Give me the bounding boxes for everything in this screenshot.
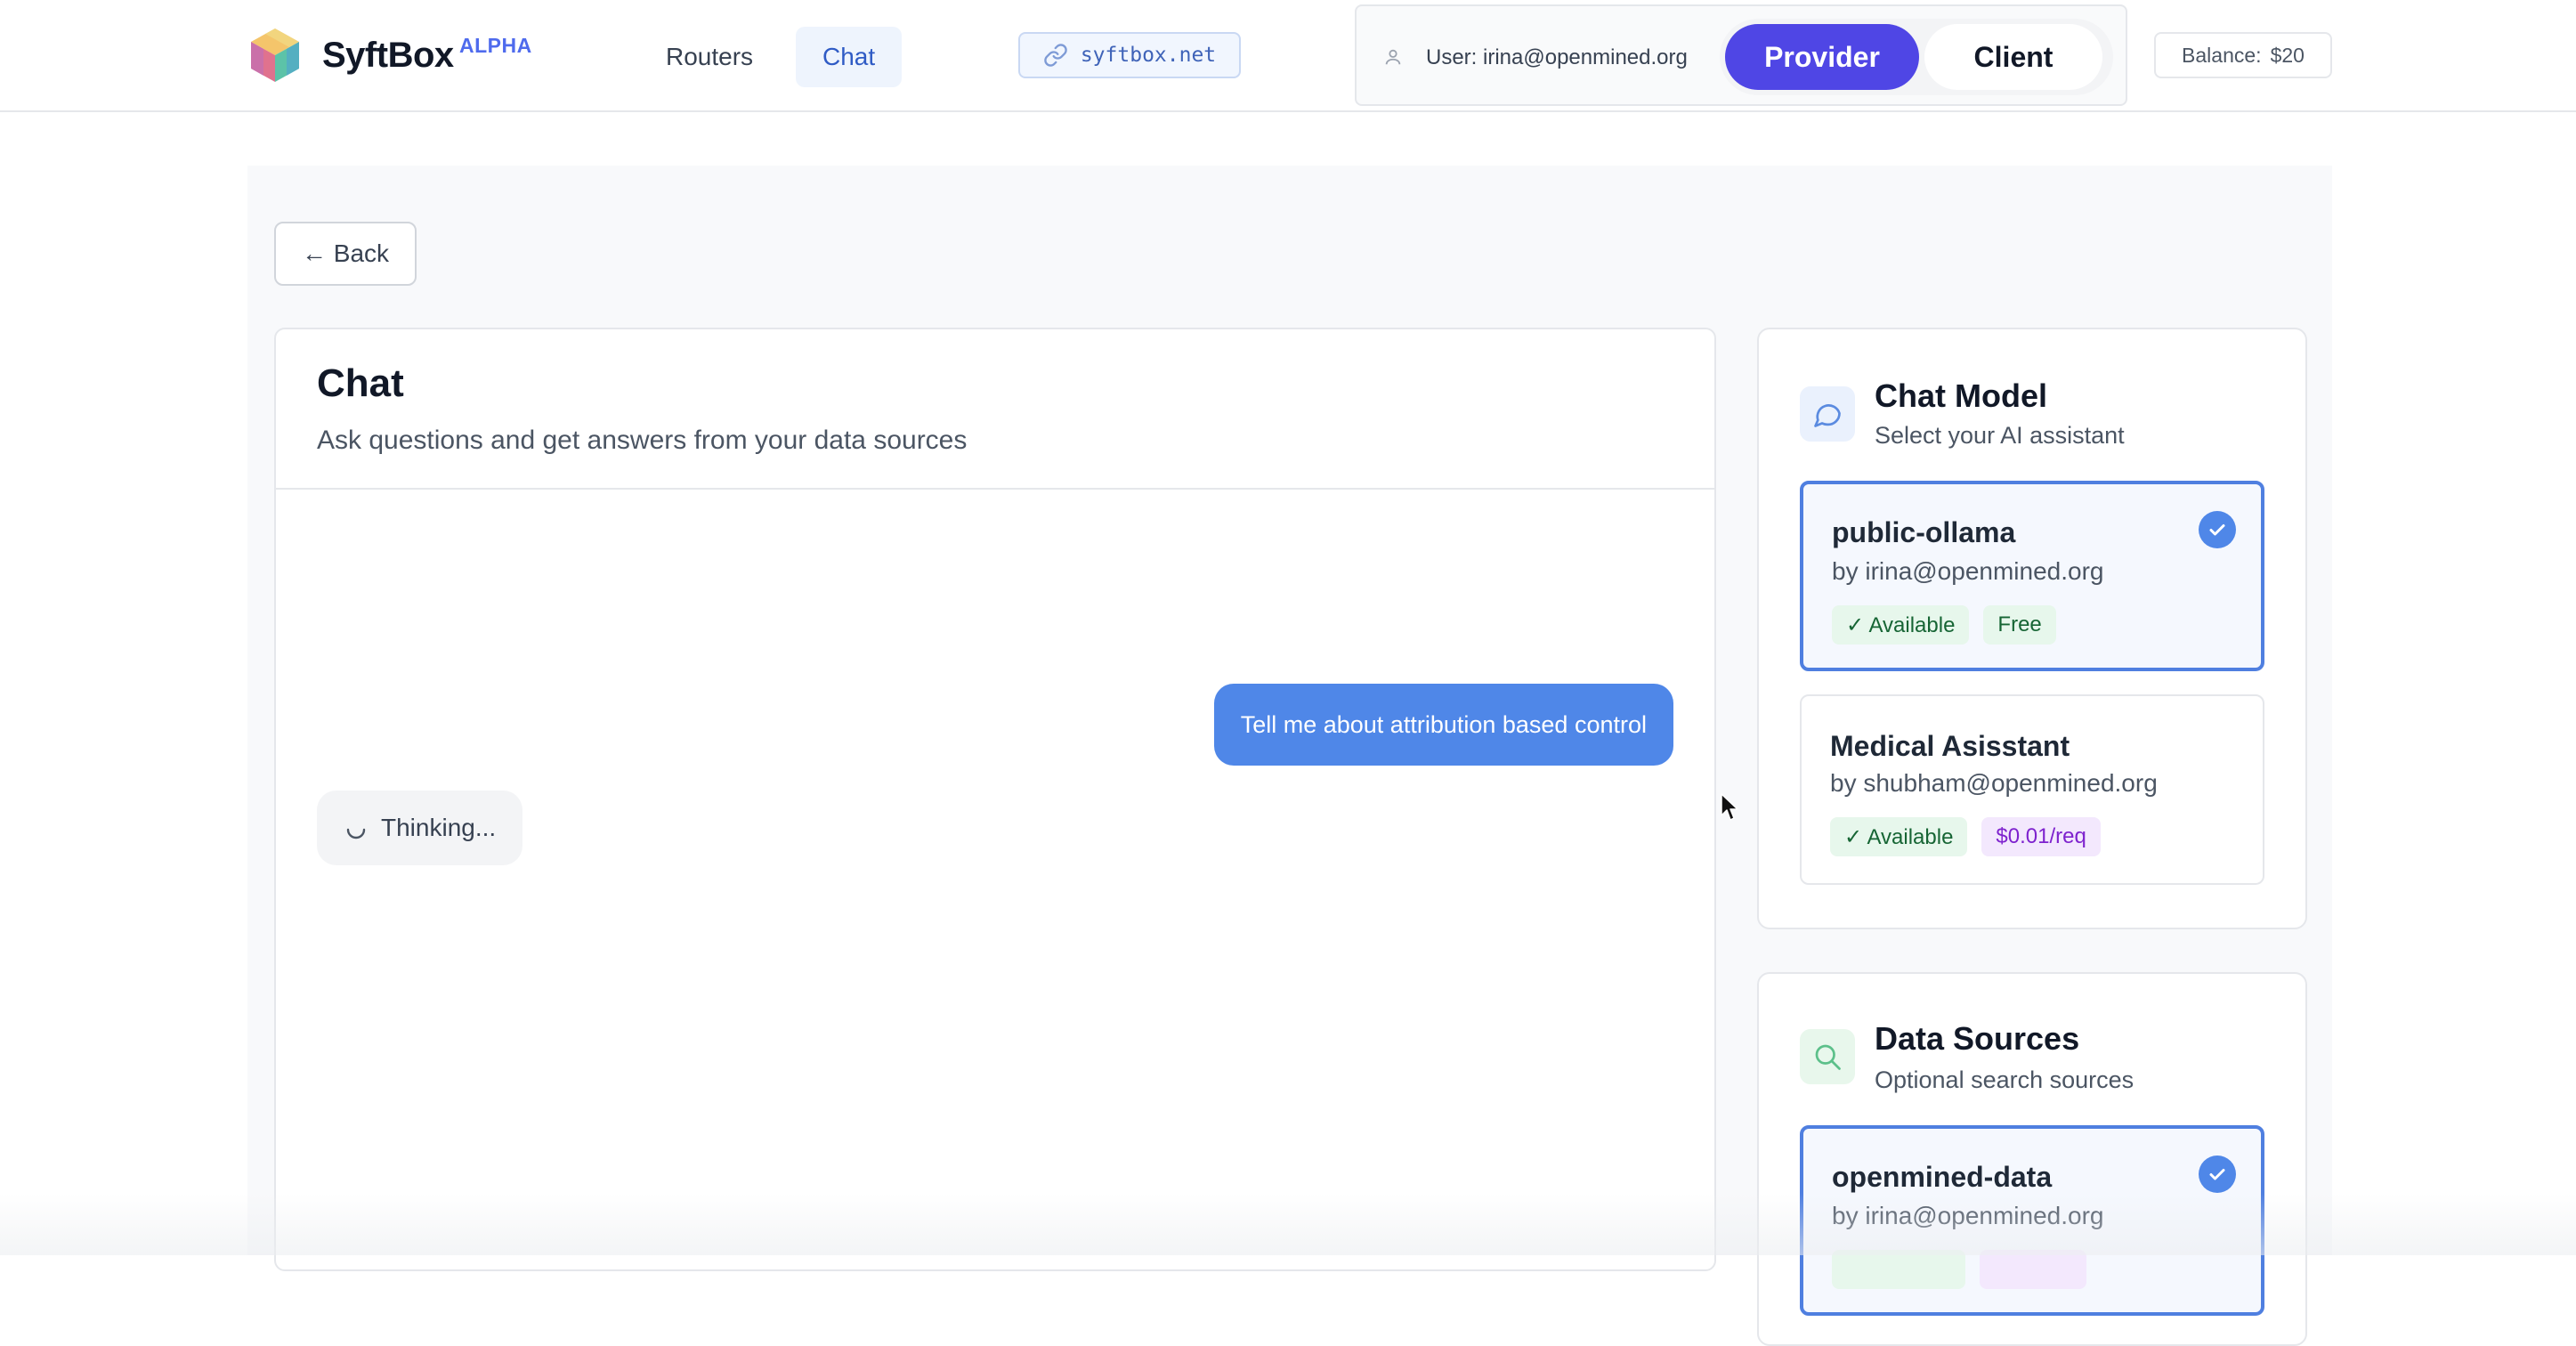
price-badge: $0.01/req [1981, 817, 2101, 856]
source-option-openmined-data[interactable]: openmined-data by irina@openmined.org [1800, 1125, 2264, 1316]
user-message-bubble: Tell me about attribution based control [1213, 684, 1673, 766]
availability-badge: ✓ Available [1832, 605, 1970, 645]
alpha-badge: ALPHA [459, 34, 532, 57]
selected-check-icon [2199, 1155, 2236, 1193]
source-name: openmined-data [1832, 1161, 2053, 1193]
top-navigation-bar: SyftBox ALPHA Routers Chat syftbox.net U… [0, 0, 2576, 112]
back-button[interactable]: ← Back [274, 222, 417, 286]
model-owner: by shubham@openmined.org [1830, 769, 2158, 797]
source-badge-purple [1980, 1250, 2086, 1289]
chat-panel: Chat Ask questions and get answers from … [274, 328, 1716, 1271]
data-sources-title: Data Sources [1875, 1020, 2080, 1057]
model-owner: by irina@openmined.org [1832, 557, 2104, 585]
data-sources-header: Data Sources Optional search sources [1759, 974, 2305, 1125]
thinking-text: Thinking... [381, 814, 497, 841]
brand-name: SyftBox [322, 35, 454, 75]
chat-model-header: Chat Model Select your AI assistant [1759, 329, 2305, 481]
domain-text: syftbox.net [1080, 44, 1217, 67]
model-name: Medical Asisstant [1830, 730, 2070, 762]
assistant-thinking-bubble: Thinking... [317, 791, 523, 865]
loading-spinner-icon [346, 828, 366, 839]
nav-routers[interactable]: Routers [639, 27, 780, 87]
balance-value: $20 [2270, 43, 2305, 67]
client-role-button[interactable]: Client [1924, 24, 2102, 90]
main-content: ← Back Chat Ask questions and get answer… [247, 166, 2332, 1346]
chat-model-subtitle: Select your AI assistant [1875, 422, 2125, 449]
balance-display: Balance: $20 [2154, 32, 2332, 78]
page-title: Chat [317, 361, 404, 405]
model-name: public-ollama [1832, 516, 2016, 548]
model-option-public-ollama[interactable]: public-ollama by irina@openmined.org ✓ A… [1800, 481, 2264, 671]
nav-chat[interactable]: Chat [796, 27, 903, 87]
logo-home-link[interactable]: SyftBox ALPHA [249, 27, 531, 84]
data-sources-subtitle: Optional search sources [1875, 1066, 2135, 1093]
source-badges [1832, 1250, 2086, 1289]
model-badges: ✓ Available $0.01/req [1830, 817, 2101, 856]
user-role-panel: User: irina@openmined.org Provider Clien… [1355, 4, 2127, 106]
mouse-cursor-icon [1721, 793, 1738, 821]
model-badges: ✓ Available Free [1832, 605, 2056, 645]
link-icon [1044, 44, 1067, 67]
balance-label: Balance: [2182, 43, 2262, 67]
provider-role-button[interactable]: Provider [1725, 24, 1919, 90]
selected-check-icon [2199, 511, 2236, 548]
search-icon [1800, 1029, 1855, 1084]
domain-link[interactable]: syftbox.net [1018, 32, 1241, 78]
chat-bubble-icon [1800, 386, 1855, 442]
chat-model-title: Chat Model [1875, 377, 2047, 414]
source-badge-green [1832, 1250, 1965, 1289]
role-toggle: Provider Client [1720, 19, 2113, 95]
chat-header: Chat Ask questions and get answers from … [276, 329, 1714, 490]
availability-badge: ✓ Available [1830, 817, 1968, 856]
source-owner: by irina@openmined.org [1832, 1202, 2104, 1229]
chat-model-card: Chat Model Select your AI assistant publ… [1757, 328, 2307, 929]
user-icon [1385, 49, 1401, 65]
data-sources-card: Data Sources Optional search sources ope… [1757, 972, 2307, 1346]
user-email-label: User: irina@openmined.org [1426, 45, 1688, 69]
price-badge: Free [1983, 605, 2056, 645]
syftbox-logo-icon [251, 28, 299, 82]
model-option-medical-assistant[interactable]: Medical Asisstant by shubham@openmined.o… [1800, 694, 2264, 885]
page-subtitle: Ask questions and get answers from your … [317, 426, 968, 455]
